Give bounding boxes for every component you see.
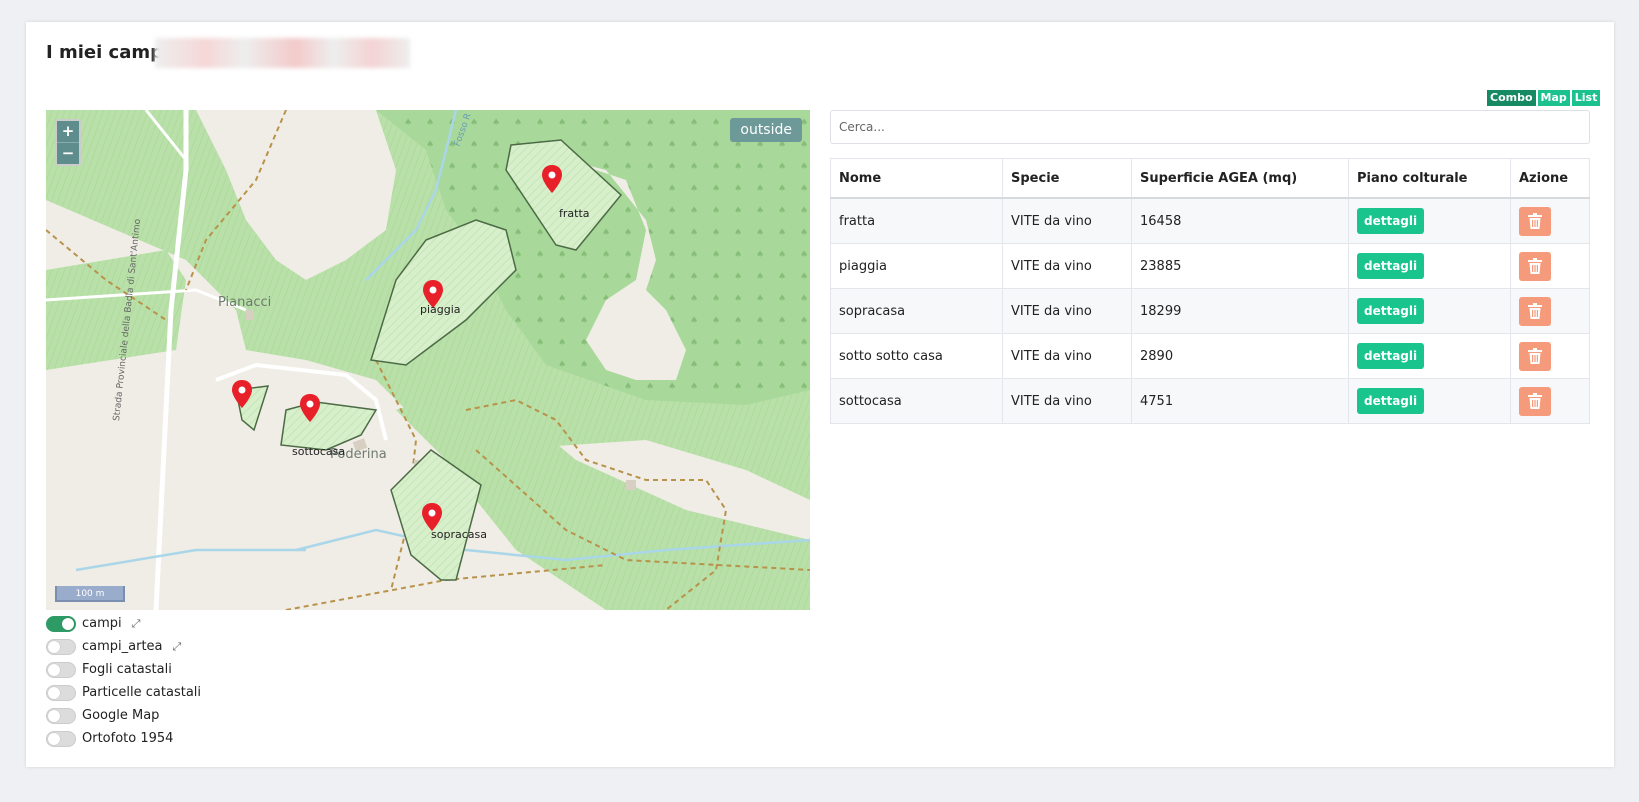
cell-nome: sotto sotto casa xyxy=(830,333,1003,379)
zoom-out-button[interactable]: − xyxy=(57,143,79,164)
delete-button[interactable] xyxy=(1519,206,1551,236)
cell-superficie: 23885 xyxy=(1131,243,1349,289)
outside-button[interactable]: outside xyxy=(730,118,802,142)
search-input[interactable] xyxy=(830,110,1590,144)
cell-azione xyxy=(1510,378,1590,424)
layer-toggle-particelle-catastali[interactable] xyxy=(46,684,76,701)
details-button[interactable]: dettagli xyxy=(1357,253,1425,279)
layer-label: campi xyxy=(82,616,122,631)
field-label-fratta: fratta xyxy=(559,207,590,220)
delete-button[interactable] xyxy=(1519,386,1551,416)
trash-icon xyxy=(1528,213,1542,229)
cell-piano: dettagli xyxy=(1348,243,1511,289)
column-header-azione[interactable]: Azione xyxy=(1510,158,1590,199)
map-marker-icon xyxy=(422,503,442,531)
layer-row-campi-artea: campi_artea ⤢ xyxy=(46,635,201,658)
fields-table: Nome Specie Superficie AGEA (mq) Piano c… xyxy=(830,158,1590,424)
map-canvas: ♠ xyxy=(46,110,810,610)
map-marker-icon xyxy=(300,394,320,422)
map[interactable]: ♠ xyxy=(46,110,810,610)
zoom-in-button[interactable]: + xyxy=(57,121,79,143)
column-header-superficie[interactable]: Superficie AGEA (mq) xyxy=(1131,158,1349,199)
place-label-pianacci: Pianacci xyxy=(218,295,272,310)
table-header-row: Nome Specie Superficie AGEA (mq) Piano c… xyxy=(830,158,1590,199)
table-row: piaggia VITE da vino 23885 dettagli xyxy=(830,243,1590,289)
details-button[interactable]: dettagli xyxy=(1357,343,1425,369)
trash-icon xyxy=(1528,393,1542,409)
layer-label: campi_artea xyxy=(82,639,163,654)
layer-row-ortofoto-1954: Ortofoto 1954 xyxy=(46,727,201,750)
cell-specie: VITE da vino xyxy=(1002,243,1132,289)
table-row: sopracasa VITE da vino 18299 dettagli xyxy=(830,288,1590,334)
field-label-piaggia: piaggia xyxy=(420,303,461,316)
cell-azione xyxy=(1510,243,1590,289)
field-label-sottocasa: sottocasa xyxy=(292,445,346,458)
zoom-control: + − xyxy=(55,119,81,166)
table-row: fratta VITE da vino 16458 dettagli xyxy=(830,197,1590,244)
table-row: sotto sotto casa VITE da vino 2890 detta… xyxy=(830,333,1590,379)
expand-icon[interactable]: ⤢ xyxy=(132,617,141,631)
field-label-sopracasa: sopracasa xyxy=(431,528,487,541)
table-row: sottocasa VITE da vino 4751 dettagli xyxy=(830,378,1590,424)
layer-row-fogli-catastali: Fogli catastali xyxy=(46,658,201,681)
layer-row-google-map: Google Map xyxy=(46,704,201,727)
details-button[interactable]: dettagli xyxy=(1357,208,1425,234)
cell-piano: dettagli xyxy=(1348,288,1511,334)
column-header-specie[interactable]: Specie xyxy=(1002,158,1132,199)
layer-toggle-ortofoto-1954[interactable] xyxy=(46,730,76,747)
cell-piano: dettagli xyxy=(1348,333,1511,379)
details-button[interactable]: dettagli xyxy=(1357,298,1425,324)
cell-piano: dettagli xyxy=(1348,378,1511,424)
cell-superficie: 18299 xyxy=(1131,288,1349,334)
layer-row-campi: campi ⤢ xyxy=(46,612,201,635)
layer-toggle-campi[interactable] xyxy=(46,615,76,632)
delete-button[interactable] xyxy=(1519,341,1551,371)
view-list-button[interactable]: List xyxy=(1570,89,1602,107)
page-title: I miei campi xyxy=(46,42,170,63)
cell-superficie: 2890 xyxy=(1131,333,1349,379)
delete-button[interactable] xyxy=(1519,251,1551,281)
expand-icon[interactable]: ⤢ xyxy=(173,640,182,654)
cell-nome: fratta xyxy=(830,197,1003,244)
layer-row-particelle-catastali: Particelle catastali xyxy=(46,681,201,704)
view-map-button[interactable]: Map xyxy=(1536,89,1571,107)
trash-icon xyxy=(1528,258,1542,274)
layer-toggle-fogli-catastali[interactable] xyxy=(46,661,76,678)
map-marker-icon xyxy=(542,165,562,193)
column-header-nome[interactable]: Nome xyxy=(830,158,1003,199)
cell-nome: sottocasa xyxy=(830,378,1003,424)
cell-superficie: 4751 xyxy=(1131,378,1349,424)
redacted-area xyxy=(155,38,410,68)
view-combo-button[interactable]: Combo xyxy=(1486,89,1537,107)
cell-superficie: 16458 xyxy=(1131,197,1349,244)
map-marker-icon xyxy=(232,380,252,408)
cell-piano: dettagli xyxy=(1348,197,1511,244)
layer-toggle-google-map[interactable] xyxy=(46,707,76,724)
layer-list: campi ⤢ campi_artea ⤢ Fogli catastali Pa… xyxy=(46,612,201,750)
layer-label: Google Map xyxy=(82,708,160,723)
cell-azione xyxy=(1510,333,1590,379)
scale-bar: 100 m xyxy=(55,586,125,602)
trash-icon xyxy=(1528,303,1542,319)
delete-button[interactable] xyxy=(1519,296,1551,326)
cell-azione xyxy=(1510,197,1590,244)
view-switch: Combo Map List xyxy=(1486,89,1602,107)
details-button[interactable]: dettagli xyxy=(1357,388,1425,414)
trash-icon xyxy=(1528,348,1542,364)
cell-specie: VITE da vino xyxy=(1002,378,1132,424)
layer-label: Ortofoto 1954 xyxy=(82,731,174,746)
column-header-piano-colturale[interactable]: Piano colturale xyxy=(1348,158,1511,199)
cell-specie: VITE da vino xyxy=(1002,333,1132,379)
cell-azione xyxy=(1510,288,1590,334)
cell-specie: VITE da vino xyxy=(1002,197,1132,244)
cell-specie: VITE da vino xyxy=(1002,288,1132,334)
layer-label: Fogli catastali xyxy=(82,662,172,677)
cell-nome: piaggia xyxy=(830,243,1003,289)
layer-toggle-campi-artea[interactable] xyxy=(46,638,76,655)
cell-nome: sopracasa xyxy=(830,288,1003,334)
layer-label: Particelle catastali xyxy=(82,685,202,700)
